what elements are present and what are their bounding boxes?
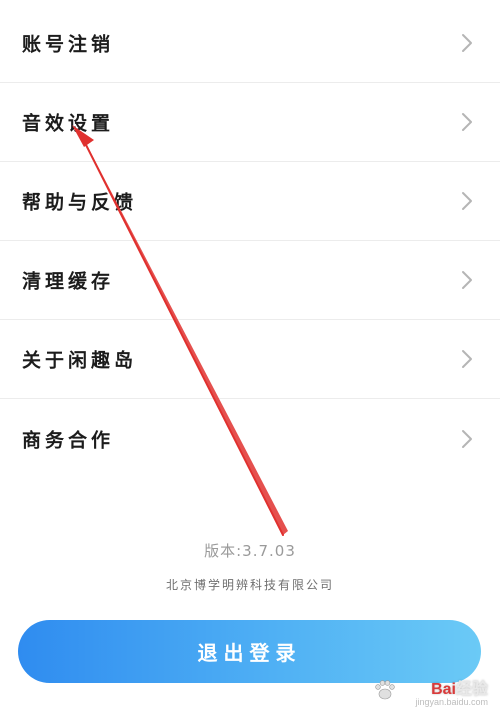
logout-button[interactable]: 退出登录 [18,620,481,683]
baidu-jingyan-watermark: Bai经验 jingyan.baidu.com [374,675,494,715]
chevron-right-icon [462,113,472,131]
menu-item-label: 关于闲趣岛 [22,349,138,372]
company-name: 北京博学明辨科技有限公司 [165,578,334,592]
menu-item-label: 商务合作 [22,429,115,451]
paw-logo-icon [375,680,395,700]
app-version: 版本:3.7.03 [204,542,296,560]
menu-item-about[interactable]: 关于闲趣岛 [0,320,500,399]
menu-item-label: 帮助与反馈 [22,191,138,214]
menu-item-label: 账号注销 [22,33,115,56]
menu-item-help-feedback[interactable]: 帮助与反馈 [0,162,500,241]
menu-item-label: 清理缓存 [22,270,115,293]
chevron-right-icon [462,429,472,448]
menu-item-account-cancel[interactable]: 账号注销 [0,4,500,83]
chevron-right-icon [462,34,472,52]
watermark-url: jingyan.baidu.com [415,697,488,707]
menu-item-business-cooperation[interactable]: 商务合作 [0,399,500,478]
watermark-brand: Bai经验 [431,675,488,699]
logout-button-label: 退出登录 [197,643,302,665]
chevron-right-icon [462,271,472,289]
watermark-brand-suffix: 经验 [455,681,488,698]
chevron-right-icon [462,192,472,210]
watermark-brand-prefix: Bai [431,681,456,698]
menu-item-sound-settings[interactable]: 音效设置 [0,83,500,162]
menu-item-clear-cache[interactable]: 清理缓存 [0,241,500,320]
menu-item-label: 音效设置 [22,112,115,135]
chevron-right-icon [462,350,472,368]
